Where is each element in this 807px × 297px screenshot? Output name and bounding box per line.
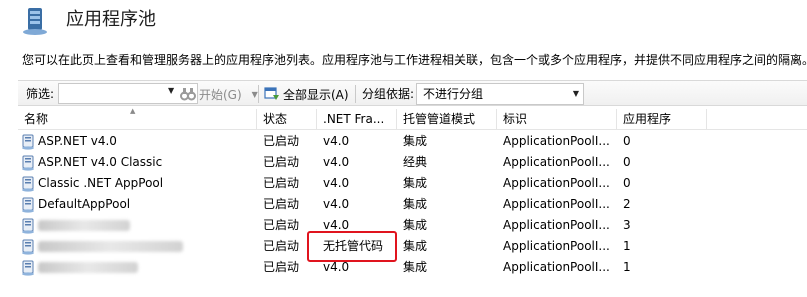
net-framework-cell: v4.0: [323, 134, 350, 148]
page-description: 您可以在此页上查看和管理服务器上的应用程序池列表。应用程序池与工作进程相关联，包…: [22, 53, 807, 67]
filter-dropdown-arrow-icon[interactable]: ▼: [168, 84, 178, 98]
name-cell[interactable]: DefaultAppPool: [18, 194, 257, 215]
name-cell[interactable]: [18, 257, 257, 278]
application-pools-grid: 名称 ▲ 状态 .NET Fra... 托管管道模式 标识 应用程序 ASP.N…: [18, 107, 807, 297]
pipeline-mode-cell: 集成: [403, 197, 428, 211]
redacted-app-pool-name: [38, 262, 138, 273]
status-cell: 已启动: [263, 176, 300, 190]
page-header: 应用程序池: [0, 0, 807, 44]
table-row[interactable]: 已启动 v4.0 集成 ApplicationPoolI... 1: [18, 257, 807, 278]
highlight-box: [307, 231, 397, 262]
column-header-identity[interactable]: 标识: [497, 109, 617, 130]
applications-cell: 0: [623, 155, 631, 169]
column-header-pipeline-mode[interactable]: 托管管道模式: [397, 109, 497, 130]
net-framework-cell: v4.0: [323, 155, 350, 169]
filter-label: 筛选:: [26, 87, 55, 101]
app-pool-name: Classic .NET AppPool: [38, 176, 164, 190]
applications-cell: 0: [623, 176, 631, 190]
pipeline-mode-cell: 集成: [403, 176, 428, 190]
table-row[interactable]: Classic .NET AppPool 已启动 v4.0 集成 Application…: [18, 173, 807, 194]
pipeline-mode-cell: 集成: [403, 134, 428, 148]
toolbar-separator: [258, 85, 259, 103]
page-title: 应用程序池: [66, 9, 156, 30]
name-cell[interactable]: ASP.NET v4.0 Classic: [18, 152, 257, 173]
table-row[interactable]: ASP.NET v4.0 已启动 v4.0 集成 ApplicationPoolI...…: [18, 131, 807, 152]
applications-cell: 1: [623, 239, 631, 253]
show-all-icon: [264, 87, 279, 100]
app-pool-name: ASP.NET v4.0 Classic: [38, 155, 163, 169]
pipeline-mode-cell: 集成: [403, 218, 428, 232]
table-row[interactable]: 已启动 无托管代码 集成 ApplicationPoolI... 1: [18, 236, 807, 257]
applications-cell: 3: [623, 218, 631, 232]
pipeline-mode-cell: 集成: [403, 260, 428, 274]
pipeline-mode-cell: 经典: [403, 155, 428, 169]
group-by-dropdown-arrow-icon: ▼: [572, 89, 579, 98]
column-header-name[interactable]: 名称: [18, 109, 257, 130]
group-by-select[interactable]: 不进行分组 ▼: [416, 83, 584, 105]
table-row[interactable]: DefaultAppPool 已启动 v4.0 集成 ApplicationPoolI.…: [18, 194, 807, 215]
sort-ascending-icon: ▲: [130, 107, 136, 115]
name-cell[interactable]: [18, 215, 257, 236]
app-pool-icon: [22, 197, 34, 213]
identity-cell: ApplicationPoolI...: [503, 197, 610, 211]
app-pool-name: ASP.NET v4.0: [38, 134, 117, 148]
identity-cell: ApplicationPoolI...: [503, 176, 610, 190]
name-cell[interactable]: Classic .NET AppPool: [18, 173, 257, 194]
identity-cell: ApplicationPoolI...: [503, 134, 610, 148]
pipeline-mode-cell: 集成: [403, 239, 428, 253]
toolbar-separator: [355, 85, 356, 103]
net-framework-cell: v4.0: [323, 197, 350, 211]
app-pool-icon: [22, 176, 34, 192]
name-cell[interactable]: ASP.NET v4.0: [18, 131, 257, 152]
go-button-label: 开始(G): [199, 87, 242, 102]
column-header-applications[interactable]: 应用程序: [617, 109, 707, 130]
group-by-label: 分组依据:: [362, 87, 415, 101]
redacted-app-pool-name: [38, 241, 183, 252]
binoculars-icon: [180, 88, 196, 101]
identity-cell: ApplicationPoolI...: [503, 155, 610, 169]
show-all-label: 全部显示(A): [283, 87, 349, 102]
app-pool-icon: [22, 155, 34, 171]
identity-cell: ApplicationPoolI...: [503, 260, 610, 274]
go-dropdown-arrow-icon[interactable]: ▼: [252, 90, 258, 99]
name-cell[interactable]: [18, 236, 257, 257]
status-cell: 已启动: [263, 134, 300, 148]
column-header-status[interactable]: 状态: [257, 109, 317, 130]
table-row[interactable]: ASP.NET v4.0 Classic 已启动 v4.0 经典 Application…: [18, 152, 807, 173]
go-button[interactable]: 开始(G) ▼: [180, 83, 258, 105]
applications-cell: 0: [623, 134, 631, 148]
applications-cell: 2: [623, 197, 631, 211]
status-cell: 已启动: [263, 155, 300, 169]
column-header-net-framework[interactable]: .NET Fra...: [317, 109, 397, 130]
grid-header: 名称 ▲ 状态 .NET Fra... 托管管道模式 标识 应用程序: [18, 107, 807, 130]
identity-cell: ApplicationPoolI...: [503, 218, 610, 232]
app-pool-icon: [22, 260, 34, 276]
status-cell: 已启动: [263, 197, 300, 211]
identity-cell: ApplicationPoolI...: [503, 239, 610, 253]
filter-toolbar: 筛选: ▼ 开始(G) ▼ 全部显示(A) 分组依据: 不进行分组 ▼: [18, 80, 807, 106]
app-pool-icon: [22, 218, 34, 234]
applications-cell: 1: [623, 260, 631, 274]
table-row[interactable]: 已启动 v4.0 集成 ApplicationPoolI... 3: [18, 215, 807, 236]
app-pool-name: DefaultAppPool: [38, 197, 131, 211]
show-all-button[interactable]: 全部显示(A): [264, 83, 349, 105]
application-pools-icon: [23, 8, 47, 35]
group-by-value: 不进行分组: [423, 87, 484, 101]
net-framework-cell: v4.0: [323, 176, 350, 190]
app-pool-icon: [22, 134, 34, 150]
redacted-app-pool-name: [38, 220, 130, 231]
app-pool-icon: [22, 239, 34, 255]
